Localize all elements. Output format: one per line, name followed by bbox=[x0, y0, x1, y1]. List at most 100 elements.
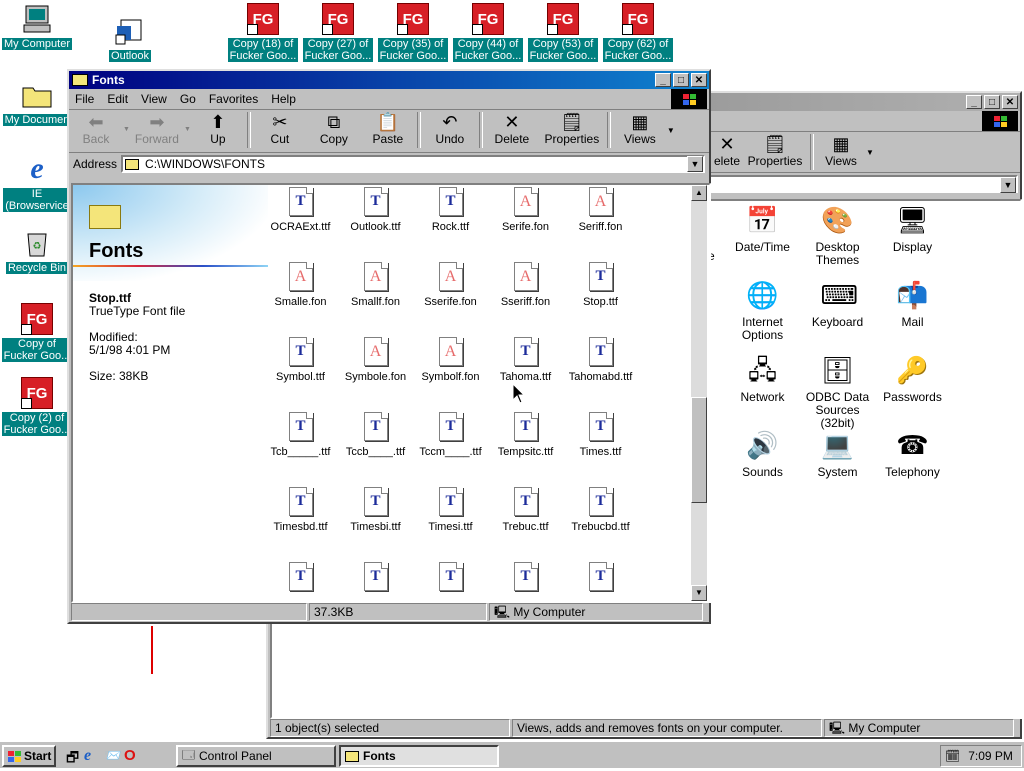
font-file-item[interactable]: T Timesbi.ttf bbox=[338, 487, 413, 533]
control-panel-item[interactable]: 🖥 Display bbox=[875, 203, 950, 254]
show-desktop-icon[interactable]: 🗗 bbox=[66, 747, 84, 771]
font-file-item[interactable]: T Tahoma.ttf bbox=[488, 337, 563, 383]
desktop-icon-fg-copy[interactable]: FG Copy of Fucker Goo... bbox=[1, 302, 73, 362]
font-file-item[interactable]: T bbox=[563, 562, 638, 596]
delete-button[interactable]: ✕ Delete bbox=[485, 112, 539, 146]
undo-button[interactable]: ↶ Undo bbox=[423, 112, 477, 146]
desktop-fg-shortcut[interactable]: FG Copy (44) of Fucker Goo... bbox=[451, 2, 525, 62]
address-dropdown-button[interactable]: ▼ bbox=[1000, 177, 1016, 193]
control-panel-item[interactable]: 🖧 Network bbox=[725, 353, 800, 404]
opera-icon[interactable]: O bbox=[124, 747, 144, 771]
views-button[interactable]: ▦ Views bbox=[613, 112, 667, 146]
desktop-fg-shortcut[interactable]: FG Copy (18) of Fucker Goo... bbox=[226, 2, 300, 62]
properties-button[interactable]: 🗒 Properties bbox=[742, 134, 808, 170]
font-file-item[interactable]: T Tcb_____.ttf bbox=[263, 412, 338, 458]
address-dropdown-button[interactable]: ▼ bbox=[687, 156, 703, 172]
fonts-vertical-scrollbar[interactable]: ▲ ▼ bbox=[691, 185, 707, 601]
font-file-item[interactable]: T Tempsitc.ttf bbox=[488, 412, 563, 458]
desktop-icon-recycle-bin[interactable]: ♻ Recycle Bin bbox=[1, 226, 73, 274]
desktop-icon-my-documents[interactable]: My Documen bbox=[1, 78, 73, 126]
task-control-panel[interactable]: 🗔 Control Panel bbox=[176, 745, 336, 767]
menu-edit[interactable]: Edit bbox=[107, 92, 128, 106]
control-panel-item[interactable]: 🌐 Internet Options bbox=[725, 278, 800, 342]
font-file-item[interactable]: T bbox=[338, 562, 413, 596]
forward-dropdown-icon[interactable]: ▼ bbox=[184, 126, 191, 133]
font-file-item[interactable]: T Stop.ttf bbox=[563, 262, 638, 308]
desktop-icon-my-computer[interactable]: My Computer bbox=[1, 2, 73, 50]
minimize-button[interactable]: _ bbox=[655, 73, 671, 87]
font-file-item[interactable]: T OCRAExt.ttf bbox=[263, 187, 338, 233]
font-file-item[interactable]: T Tccm____.ttf bbox=[413, 412, 488, 458]
control-panel-item[interactable]: 🗄 ODBC Data Sources (32bit) bbox=[800, 353, 875, 430]
close-button[interactable]: ✕ bbox=[1002, 95, 1018, 109]
start-button[interactable]: Start bbox=[2, 745, 56, 767]
font-file-item[interactable]: A Symbolf.fon bbox=[413, 337, 488, 383]
font-file-item[interactable]: T Trebuc.ttf bbox=[488, 487, 563, 533]
menu-favorites[interactable]: Favorites bbox=[209, 92, 258, 106]
address-input[interactable]: C:\WINDOWS\FONTS ▼ bbox=[121, 155, 705, 173]
font-file-item[interactable]: A Seriff.fon bbox=[563, 187, 638, 233]
font-file-item[interactable]: A Smalle.fon bbox=[263, 262, 338, 308]
font-file-item[interactable]: A Symbole.fon bbox=[338, 337, 413, 383]
font-file-item[interactable]: T Symbol.ttf bbox=[263, 337, 338, 383]
paste-button[interactable]: 📋 Paste bbox=[361, 112, 415, 146]
close-button[interactable]: ✕ bbox=[691, 73, 707, 87]
font-file-item[interactable]: T Tahomabd.ttf bbox=[563, 337, 638, 383]
font-file-item[interactable]: T bbox=[263, 562, 338, 596]
views-dropdown-arrow-icon[interactable]: ▼ bbox=[667, 126, 675, 135]
font-file-item[interactable]: A Smallf.fon bbox=[338, 262, 413, 308]
views-button[interactable]: ▦ Views bbox=[816, 134, 866, 170]
cut-button[interactable]: ✂ Cut bbox=[253, 112, 307, 146]
font-file-item[interactable]: T Rock.ttf bbox=[413, 187, 488, 233]
desktop-fg-shortcut[interactable]: FG Copy (35) of Fucker Goo... bbox=[376, 2, 450, 62]
font-file-item[interactable]: T Trebucbd.ttf bbox=[563, 487, 638, 533]
font-file-item[interactable]: T bbox=[413, 562, 488, 596]
copy-button[interactable]: ⧉ Copy bbox=[307, 112, 361, 146]
menu-go[interactable]: Go bbox=[180, 92, 196, 106]
clock[interactable]: 7:09 PM bbox=[968, 749, 1013, 763]
maximize-button[interactable]: □ bbox=[673, 73, 689, 87]
font-file-item[interactable]: T Timesbd.ttf bbox=[263, 487, 338, 533]
font-file-item[interactable]: T Times.ttf bbox=[563, 412, 638, 458]
views-dropdown-arrow-icon[interactable]: ▼ bbox=[866, 148, 874, 170]
font-file-item[interactable]: A Serife.fon bbox=[488, 187, 563, 233]
font-file-item[interactable]: T bbox=[488, 562, 563, 596]
desktop-fg-shortcut[interactable]: FG Copy (53) of Fucker Goo... bbox=[526, 2, 600, 62]
fonts-window[interactable]: Fonts _ □ ✕ File Edit View Go Favorites … bbox=[67, 69, 711, 624]
control-panel-item[interactable]: 💻 System bbox=[800, 428, 875, 479]
delete-button[interactable]: ✕ elete bbox=[712, 134, 742, 170]
control-panel-item[interactable]: 🔊 Sounds bbox=[725, 428, 800, 479]
desktop-icon-outlook[interactable]: Outlook bbox=[94, 14, 166, 62]
forward-button[interactable]: ➡ Forward bbox=[130, 112, 184, 146]
ie-icon[interactable]: e bbox=[84, 747, 104, 771]
outlook-icon[interactable]: 📨 bbox=[104, 747, 124, 771]
desktop-fg-shortcut[interactable]: FG Copy (27) of Fucker Goo... bbox=[301, 2, 375, 62]
fonts-titlebar[interactable]: Fonts _ □ ✕ bbox=[69, 71, 709, 89]
back-dropdown-icon[interactable]: ▼ bbox=[123, 126, 130, 133]
maximize-button[interactable]: □ bbox=[984, 95, 1000, 109]
menu-help[interactable]: Help bbox=[271, 92, 296, 106]
properties-button[interactable]: 🗒 Properties bbox=[539, 112, 605, 146]
font-file-item[interactable]: T Timesi.ttf bbox=[413, 487, 488, 533]
menu-view[interactable]: View bbox=[141, 92, 167, 106]
font-file-item[interactable]: T Outlook.ttf bbox=[338, 187, 413, 233]
up-button[interactable]: ⬆ Up bbox=[191, 112, 245, 146]
control-panel-item[interactable]: 📅 Date/Time bbox=[725, 203, 800, 254]
control-panel-item[interactable]: ⌨ Keyboard bbox=[800, 278, 875, 329]
font-file-item[interactable]: A Sseriff.fon bbox=[488, 262, 563, 308]
minimize-button[interactable]: _ bbox=[966, 95, 982, 109]
menu-file[interactable]: File bbox=[75, 92, 94, 106]
task-fonts[interactable]: Fonts bbox=[339, 745, 499, 767]
scroll-up-button[interactable]: ▲ bbox=[691, 185, 707, 201]
control-panel-item[interactable]: 🔑 Passwords bbox=[875, 353, 950, 404]
scroll-thumb[interactable] bbox=[691, 397, 707, 503]
font-file-item[interactable]: A Sserife.fon bbox=[413, 262, 488, 308]
font-file-item[interactable]: T Tccb____.ttf bbox=[338, 412, 413, 458]
desktop-icon-ie[interactable]: e IE (Browservice bbox=[1, 152, 73, 212]
scheduler-tray-icon[interactable]: 🗓 bbox=[945, 749, 960, 763]
scroll-down-button[interactable]: ▼ bbox=[691, 585, 707, 601]
desktop-icon-fg-copy-2[interactable]: FG Copy (2) of Fucker Goo... bbox=[1, 376, 73, 436]
control-panel-item[interactable]: 🎨 Desktop Themes bbox=[800, 203, 875, 267]
control-panel-item[interactable]: ☎ Telephony bbox=[875, 428, 950, 479]
back-button[interactable]: ⬅ Back bbox=[69, 112, 123, 146]
